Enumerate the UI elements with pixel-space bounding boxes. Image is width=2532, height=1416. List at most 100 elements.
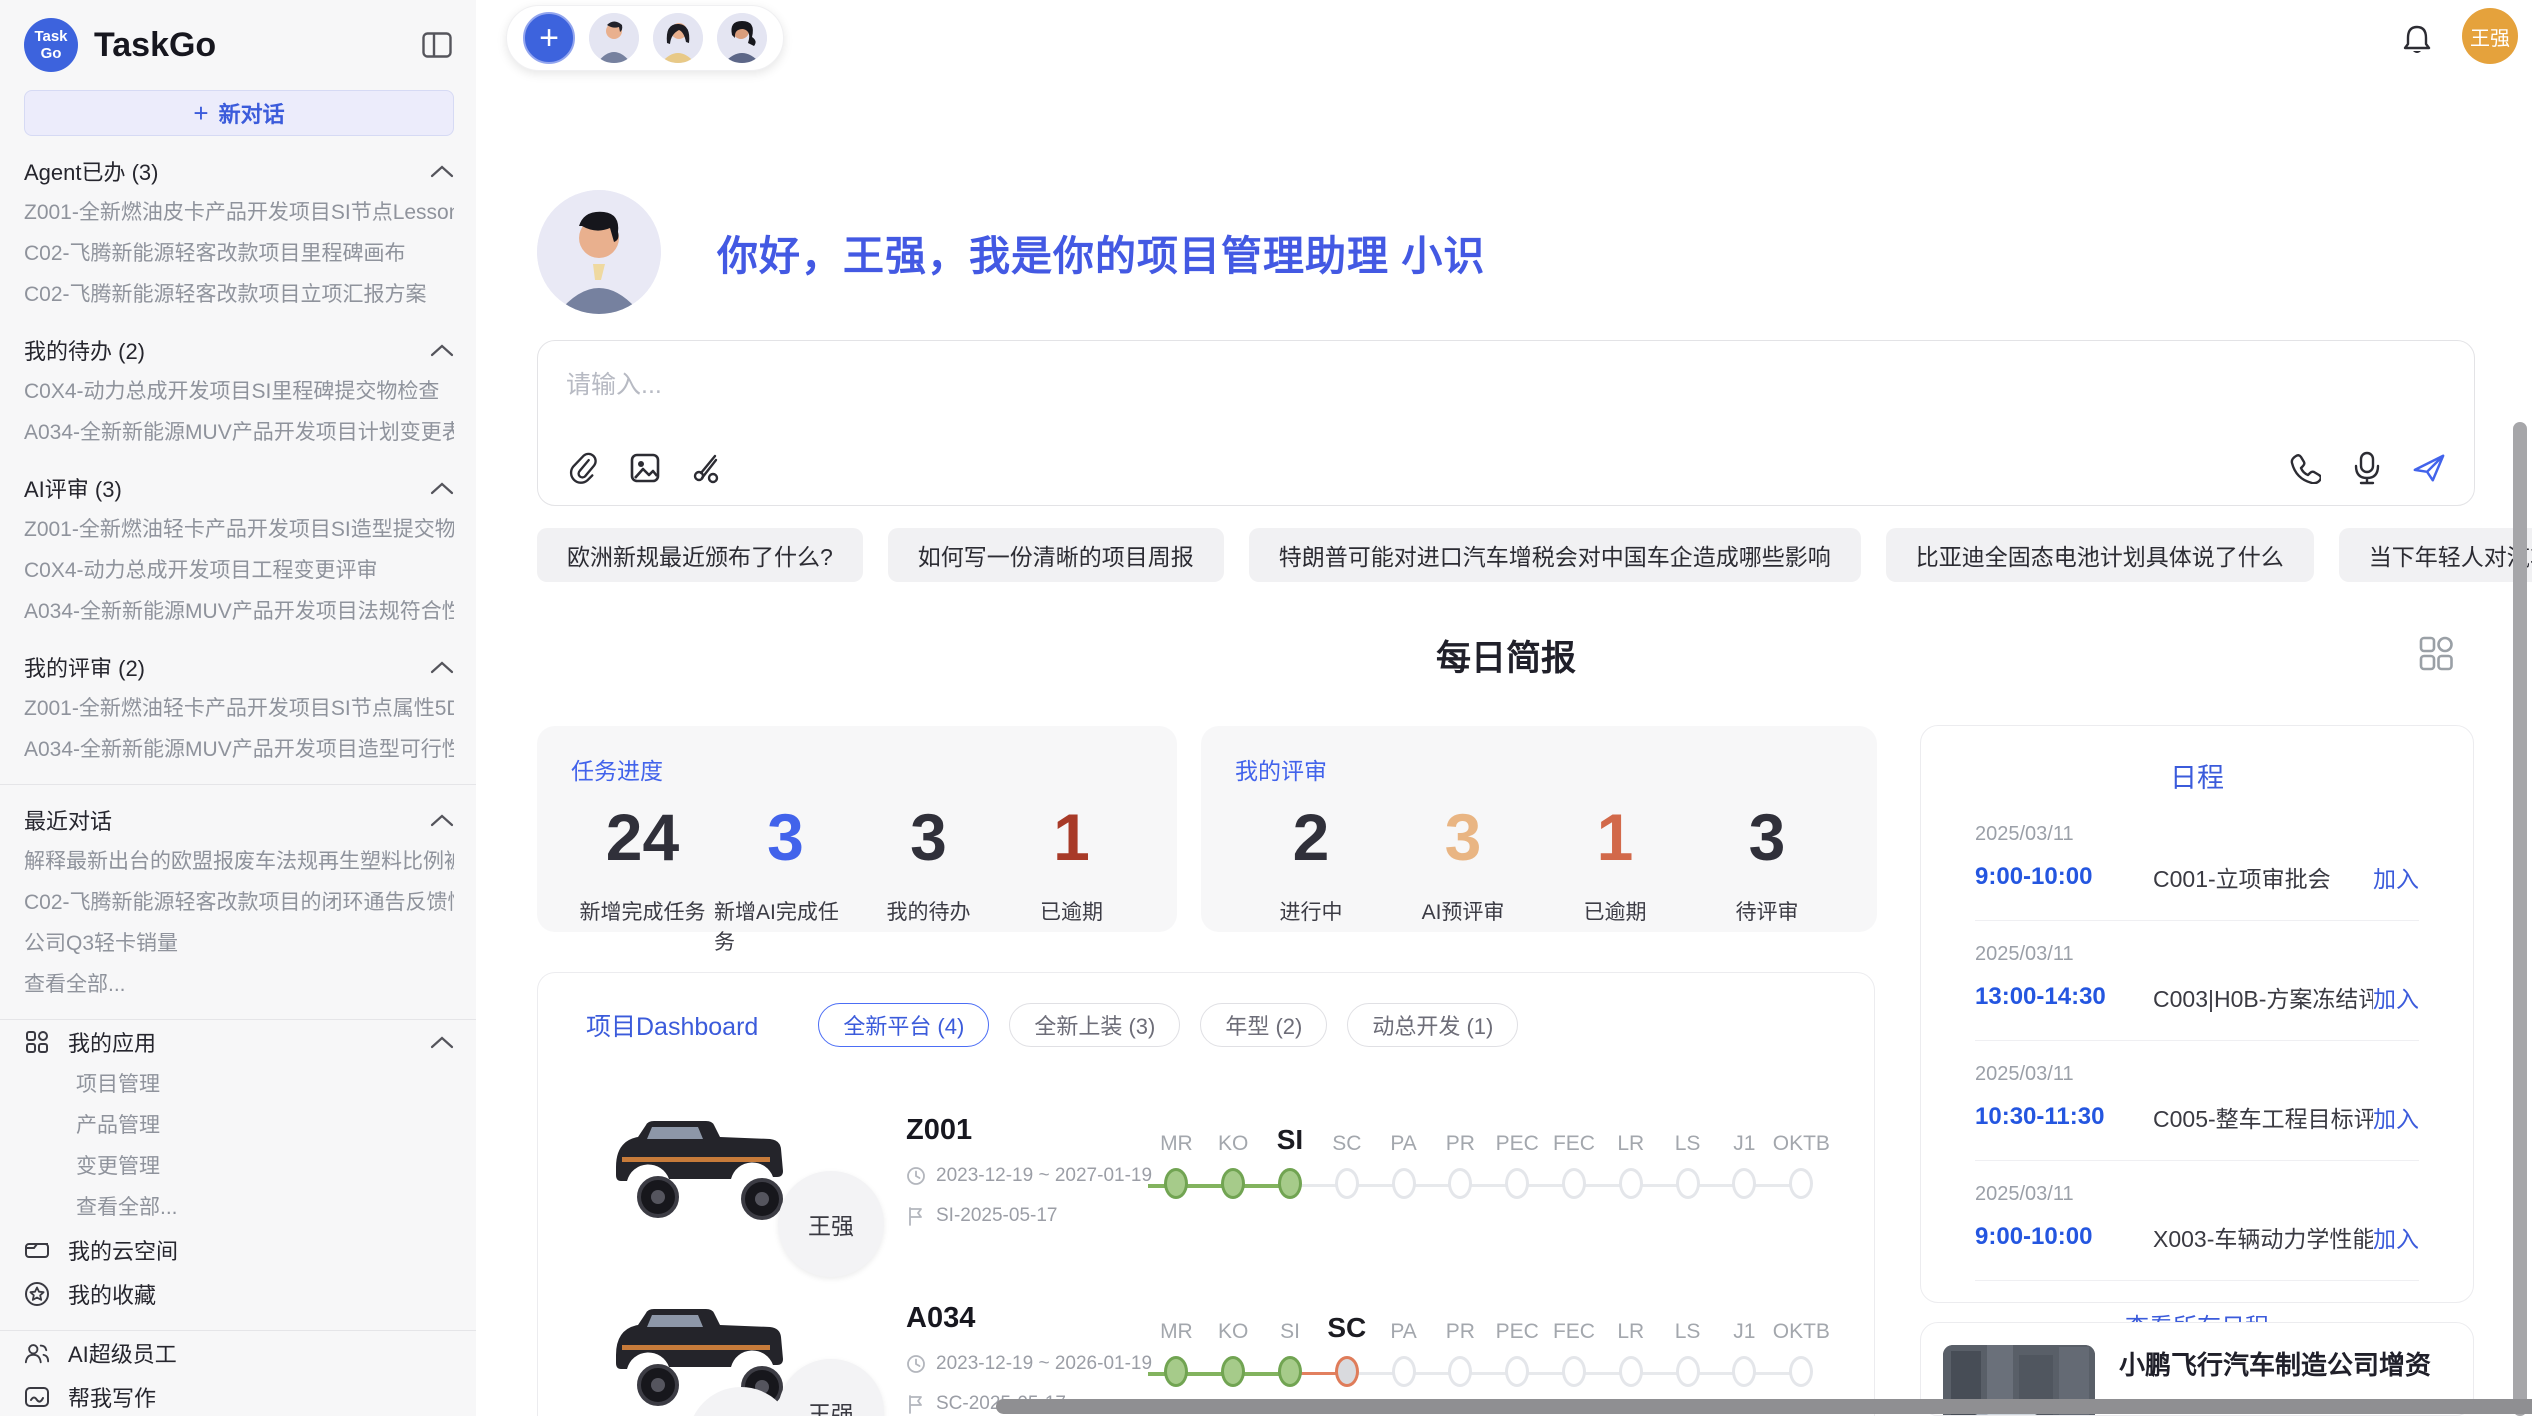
milestone-label: LR [1617,1298,1644,1344]
milestone-dot [1448,1168,1472,1199]
send-icon[interactable] [2412,451,2446,485]
sidebar-app-item[interactable]: 项目管理 [24,1064,454,1105]
schedule-date: 2025/03/11 [1975,943,2419,966]
sidebar-task-item[interactable]: Z001-全新燃油轻卡产品开发项目SI造型提交物评审 [24,509,454,550]
sidebar-task-item[interactable]: Z001-全新燃油皮卡产品开发项目SI节点Lesson Learn报告 [24,192,454,233]
sidebar-tool[interactable]: 帮我写作 [24,1375,454,1416]
dashboard-tab[interactable]: 年型 (2) [1200,1003,1327,1047]
sidebar-section-header[interactable]: Agent已办 (3) [24,150,454,192]
sidebar-apps-section: 我的应用项目管理产品管理变更管理查看全部... [24,1020,454,1228]
milestone-label: SC [1327,1298,1366,1344]
suggestion-chip[interactable]: 比亚迪全固态电池计划具体说了什么 [1886,528,2314,582]
sidebar-app-item[interactable]: 产品管理 [24,1105,454,1146]
recent-conversation-item[interactable]: 公司Q3轻卡销量 [24,923,454,964]
chevron-up-icon[interactable] [430,164,454,178]
sidebar-task-item[interactable]: C0X4-动力总成开发项目SI里程碑提交物检查 [24,371,454,412]
recent-conversation-item[interactable]: 查看全部... [24,964,454,1005]
recent-conversation-item[interactable]: C02-飞腾新能源轻客改款项目的闭环通告反馈情况 [24,882,454,923]
dashboard-tab[interactable]: 全新上装 (3) [1009,1003,1180,1047]
sidebar-recent-title: 最近对话 [24,804,112,836]
stat-value: 2 [1293,796,1330,878]
sidebar-task-item[interactable]: A034-全新新能源MUV产品开发项目造型可行性评审 [24,729,454,770]
suggestion-chip[interactable]: 特朗普可能对进口汽车增税会对中国车企造成哪些影响 [1249,528,1861,582]
sidebar-task-item[interactable]: C02-飞腾新能源轻客改款项目里程碑画布 [24,233,454,274]
attachment-icon[interactable] [566,451,600,485]
project-info: A0342023-12-19 ~ 2026-01-19SC-2025-05-17 [906,1302,1138,1415]
milestone: FEC [1546,1110,1603,1230]
sidebar-task-item[interactable]: Z001-全新燃油轻卡产品开发项目SI节点属性5D文件评审 [24,688,454,729]
layout-grid-icon[interactable] [2415,632,2457,674]
milestone-label: KO [1218,1298,1248,1344]
milestone: LS [1659,1110,1716,1230]
sidebar-apps-header[interactable]: 我的应用 [24,1020,454,1064]
chevron-up-icon[interactable] [430,343,454,357]
dashboard-tab[interactable]: 动总开发 (1) [1347,1003,1518,1047]
chevron-up-icon[interactable] [430,660,454,674]
stat-value: 3 [910,796,947,878]
stat-column: 1已逾期 [1000,796,1143,956]
join-link[interactable]: 加入 [2373,980,2419,1014]
dashboard-tab[interactable]: 全新平台 (4) [818,1003,989,1047]
schedule-detail: 13:00-14:30C003|H0B-方案冻结评审加入 [1975,980,2419,1014]
stat-value: 3 [1445,796,1482,878]
suggestion-chip[interactable]: 如何写一份清晰的项目周报 [888,528,1224,582]
sidebar-section-header[interactable]: 我的评审 (2) [24,646,454,688]
agent-avatar-1[interactable] [589,13,639,63]
agent-avatar-2[interactable] [653,13,703,63]
add-agent-button[interactable]: + [523,12,575,64]
project-code: Z001 [906,1114,1138,1147]
milestone-label: PA [1390,1110,1416,1156]
schedule-item: 2025/03/1110:30-11:30C005-整车工程目标评审加入 [1975,1041,2419,1161]
project-row[interactable]: 王强Z0012023-12-19 ~ 2027-01-19SI-2025-05-… [586,1105,1830,1235]
people-icon [24,1340,50,1366]
sidebar-link[interactable]: 我的云空间 [24,1228,454,1272]
dashboard-header: 项目Dashboard 全新平台 (4)全新上装 (3)年型 (2)动总开发 (… [586,1003,1830,1047]
join-link[interactable]: 加入 [2373,1100,2419,1134]
sidebar-task-item[interactable]: C02-飞腾新能源轻客改款项目立项汇报方案 [24,274,454,315]
voice-call-icon[interactable] [2288,451,2322,485]
image-upload-icon[interactable] [628,451,662,485]
join-link[interactable]: 加入 [2373,860,2419,894]
sidebar-section-header[interactable]: AI评审 (3) [24,467,454,509]
scissors-icon[interactable] [690,451,724,485]
new-chat-button[interactable]: + 新对话 [24,90,454,136]
sidebar-task-item[interactable]: A034-全新新能源MUV产品开发项目计划变更表编写 [24,412,454,453]
schedule-time: 13:00-14:30 [1975,983,2153,1011]
project-owner-badge: 王强 [778,1171,884,1277]
input-actions [2288,451,2446,485]
milestone: LS [1659,1298,1716,1416]
sidebar-app-item[interactable]: 查看全部... [24,1187,454,1228]
chat-input-box[interactable]: 请输入... [537,340,2475,506]
sidebar-recent-header[interactable]: 最近对话 [24,799,454,841]
milestone: PEC [1489,1298,1546,1416]
chevron-up-icon[interactable] [430,813,454,827]
schedule-title: 日程 [1975,756,2419,795]
sidebar-task-item[interactable]: C0X4-动力总成开发项目工程变更评审 [24,550,454,591]
milestone-dot [1505,1356,1529,1387]
sidebar-tool[interactable]: AI超级员工 [24,1331,454,1375]
clock-icon [906,1354,926,1374]
chevron-up-icon[interactable] [430,481,454,495]
sidebar-tool-label: AI超级员工 [68,1337,177,1369]
microphone-icon[interactable] [2350,451,2384,485]
suggestion-chip[interactable]: 当下年轻人对汽车外观有怎样的喜好趋势 [2339,528,2532,582]
notification-bell-icon[interactable] [2402,24,2432,56]
suggestion-chip[interactable]: 欧洲新规最近颁布了什么? [537,528,863,582]
milestone: J1 [1716,1110,1773,1230]
sidebar-task-item[interactable]: A034-全新新能源MUV产品开发项目法规符合性评审 [24,591,454,632]
user-avatar[interactable]: 王强 [2462,8,2518,64]
sidebar-app-item[interactable]: 变更管理 [24,1146,454,1187]
sidebar-section-header[interactable]: 我的待办 (2) [24,329,454,371]
schedule-time: 9:00-10:00 [1975,863,2153,891]
schedule-time: 9:00-10:00 [1975,1223,2153,1251]
join-link[interactable]: 加入 [2373,1220,2419,1254]
recent-conversation-item[interactable]: 解释最新出台的欧盟报废车法规再生塑料比例被调至15%... [24,841,454,882]
agent-avatar-3[interactable] [717,13,767,63]
chevron-up-icon[interactable] [430,1035,454,1049]
sidebar-collapse-icon[interactable] [420,28,454,62]
agent-toolbar: + [506,5,784,71]
vertical-scrollbar[interactable] [2513,422,2527,1416]
schedule-name: C001-立项审批会 [2153,860,2373,894]
sidebar-link[interactable]: 我的收藏 [24,1272,454,1316]
milestone: FEC [1546,1298,1603,1416]
